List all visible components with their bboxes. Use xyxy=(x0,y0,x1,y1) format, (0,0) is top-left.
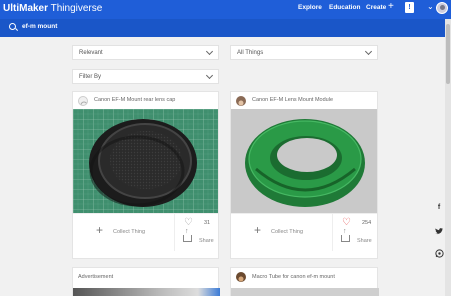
avatar[interactable] xyxy=(436,2,448,14)
author-avatar[interactable] xyxy=(236,96,246,106)
filter-by-label: Filter By xyxy=(79,74,102,80)
scrollbar-thumb[interactable] xyxy=(446,24,450,84)
card-title[interactable]: Macro Tube for canon ef-m mount xyxy=(252,274,335,280)
card-header: Canon EF-M Lens Mount Module xyxy=(231,92,377,109)
share-icon[interactable] xyxy=(183,228,192,242)
collect-thing-button[interactable]: + Collect Thing xyxy=(73,214,175,251)
plus-icon: + xyxy=(254,223,262,237)
advertisement-image[interactable] xyxy=(73,288,220,296)
author-avatar[interactable] xyxy=(236,272,246,282)
thing-thumbnail[interactable] xyxy=(231,288,379,296)
nav-create[interactable]: Create xyxy=(366,4,386,11)
twitter-icon[interactable] xyxy=(433,224,445,238)
nav-explore[interactable]: Explore xyxy=(298,4,322,11)
whatsapp-icon[interactable] xyxy=(433,246,445,260)
create-plus-icon[interactable]: + xyxy=(388,2,394,12)
thing-card[interactable]: Canon EF-M Lens Mount Module + Collect T… xyxy=(230,91,378,259)
search-input[interactable]: ef-m mount xyxy=(22,23,57,30)
brand-name-bold: UltiMaker xyxy=(3,3,49,14)
advertisement-card: Advertisement xyxy=(72,267,220,296)
author-avatar[interactable] xyxy=(78,96,88,106)
chevron-down-icon xyxy=(364,47,373,56)
chevron-down-icon xyxy=(205,47,214,56)
collect-thing-button[interactable]: + Collect Thing xyxy=(231,214,333,251)
card-title[interactable]: Canon EF-M Mount rear lens cap xyxy=(94,97,175,103)
share-icon[interactable] xyxy=(341,228,350,242)
collect-thing-label: Collect Thing xyxy=(271,229,303,235)
thing-card[interactable]: Canon EF-M Mount rear lens cap + Collect… xyxy=(72,91,219,259)
thing-thumbnail[interactable] xyxy=(73,109,218,213)
sort-dropdown-label: Relevant xyxy=(79,50,103,56)
brand-name-light: Thingiverse xyxy=(48,3,103,14)
nav-education[interactable]: Education xyxy=(329,4,360,11)
chevron-down-icon[interactable]: ⌄ xyxy=(427,2,434,11)
thing-card[interactable]: Macro Tube for canon ef-m mount xyxy=(230,267,379,296)
top-nav-bar: UltiMaker Thingiverse Explore Education … xyxy=(0,0,451,19)
type-dropdown[interactable]: All Things xyxy=(230,45,378,60)
search-bar[interactable]: ef-m mount xyxy=(0,19,445,37)
facebook-icon[interactable]: f xyxy=(433,201,445,215)
notification-icon[interactable]: ! xyxy=(405,2,414,13)
like-count: 31 xyxy=(204,220,211,226)
share-button[interactable]: Share xyxy=(199,238,214,244)
search-icon xyxy=(9,23,16,30)
card-header: Canon EF-M Mount rear lens cap xyxy=(73,92,218,109)
card-footer: + Collect Thing ♡ 254 Share xyxy=(231,213,377,251)
chevron-down-icon xyxy=(205,71,214,80)
filter-by-dropdown[interactable]: Filter By xyxy=(72,69,219,84)
sort-dropdown[interactable]: Relevant xyxy=(72,45,219,60)
thing-thumbnail[interactable] xyxy=(231,109,377,213)
collect-thing-label: Collect Thing xyxy=(113,229,145,235)
card-footer: + Collect Thing ♡ 31 Share xyxy=(73,213,218,251)
share-button[interactable]: Share xyxy=(357,238,372,244)
plus-icon: + xyxy=(96,223,104,237)
heart-icon[interactable]: ♡ xyxy=(342,218,351,228)
card-title[interactable]: Canon EF-M Lens Mount Module xyxy=(252,97,333,103)
type-dropdown-label: All Things xyxy=(237,50,264,56)
heart-icon[interactable]: ♡ xyxy=(184,218,193,228)
advertisement-label: Advertisement xyxy=(78,274,114,280)
like-count: 254 xyxy=(362,220,372,226)
brand-logo[interactable]: UltiMaker Thingiverse xyxy=(3,3,102,14)
